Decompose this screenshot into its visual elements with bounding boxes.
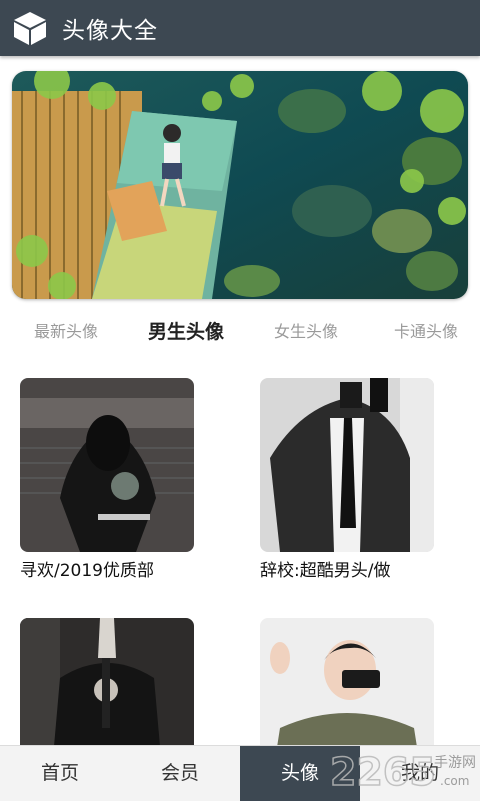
- album-thumbnail[interactable]: [20, 378, 194, 552]
- tab-girls[interactable]: 女生头像: [246, 312, 366, 352]
- album-title: 寻欢/2019优质部: [20, 561, 154, 581]
- nav-home[interactable]: 首页: [0, 746, 120, 801]
- tab-boys[interactable]: 男生头像: [126, 312, 246, 352]
- category-tabs: 最新头像 男生头像 女生头像 卡通头像: [0, 312, 480, 352]
- album-card[interactable]: 寻欢/2019优质部: [20, 378, 194, 581]
- tab-cartoon[interactable]: 卡通头像: [366, 312, 480, 352]
- album-thumbnail[interactable]: [260, 378, 434, 552]
- nav-member[interactable]: 会员: [120, 746, 240, 801]
- title-bar: 头像大全: [0, 0, 480, 56]
- svg-text:.com: .com: [440, 774, 469, 788]
- album-title: 辞校:超酷男头/做: [260, 561, 391, 581]
- page-title: 头像大全: [62, 18, 158, 44]
- tab-latest[interactable]: 最新头像: [6, 312, 126, 352]
- banner-image[interactable]: [12, 71, 468, 299]
- svg-text:2265: 2265: [330, 750, 436, 794]
- banner-illustration: [12, 71, 468, 299]
- cube-icon: [14, 12, 46, 45]
- album-card[interactable]: 辞校:超酷男头/做: [260, 378, 434, 581]
- svg-text:手游网: 手游网: [434, 755, 476, 771]
- watermark-logo: 2265 手游网 .com: [329, 747, 480, 797]
